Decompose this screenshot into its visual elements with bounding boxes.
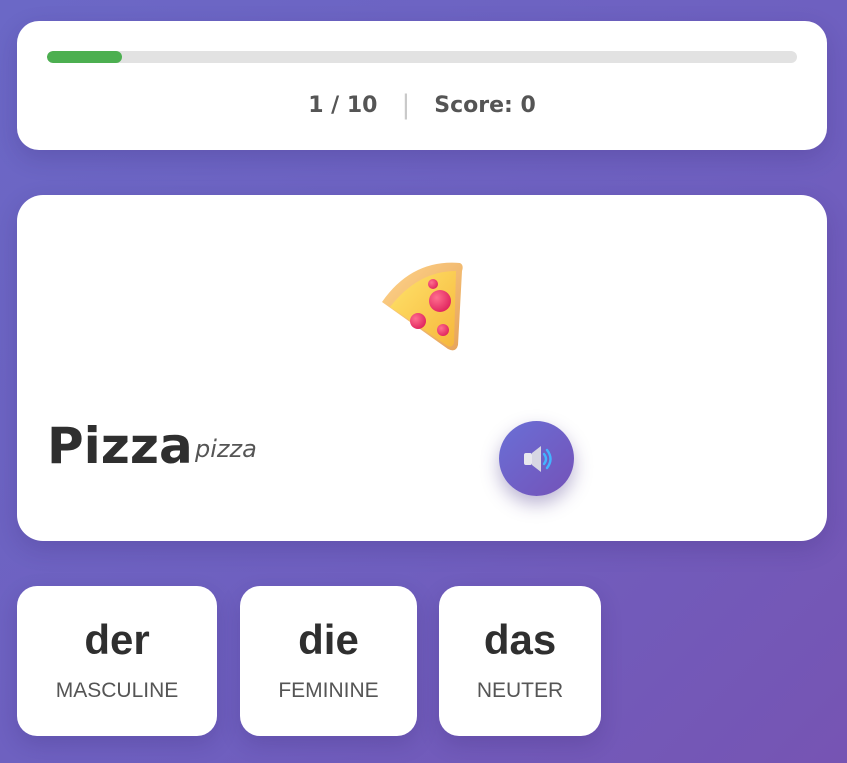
score-label: Score: 0 — [434, 92, 536, 118]
progress-panel: 1 / 10 | Score: 0 — [17, 21, 827, 150]
gender-label: NEUTER — [476, 679, 564, 702]
speaker-icon — [523, 445, 552, 472]
article-label: die — [298, 616, 359, 663]
gender-label: FEMININE — [278, 679, 379, 702]
stats-row: 1 / 10 | Score: 0 — [17, 90, 827, 120]
progress-bar — [47, 51, 797, 63]
play-audio-button[interactable] — [499, 421, 574, 496]
article-label: das — [483, 616, 557, 663]
progress-bar-fill — [47, 51, 122, 63]
word-card: Pizza pizza — [17, 195, 827, 541]
article-option-das[interactable]: das NEUTER — [439, 586, 601, 736]
question-counter: 1 / 10 — [308, 92, 378, 118]
article-option-der[interactable]: der MASCULINE — [17, 586, 217, 736]
article-option-die[interactable]: die FEMININE — [240, 586, 417, 736]
pizza-slice-icon — [382, 262, 463, 351]
gender-label: MASCULINE — [55, 679, 179, 702]
word-translation: pizza — [195, 435, 257, 463]
stats-divider: | — [401, 90, 411, 120]
article-label: der — [84, 616, 150, 663]
german-word: Pizza — [47, 417, 193, 475]
